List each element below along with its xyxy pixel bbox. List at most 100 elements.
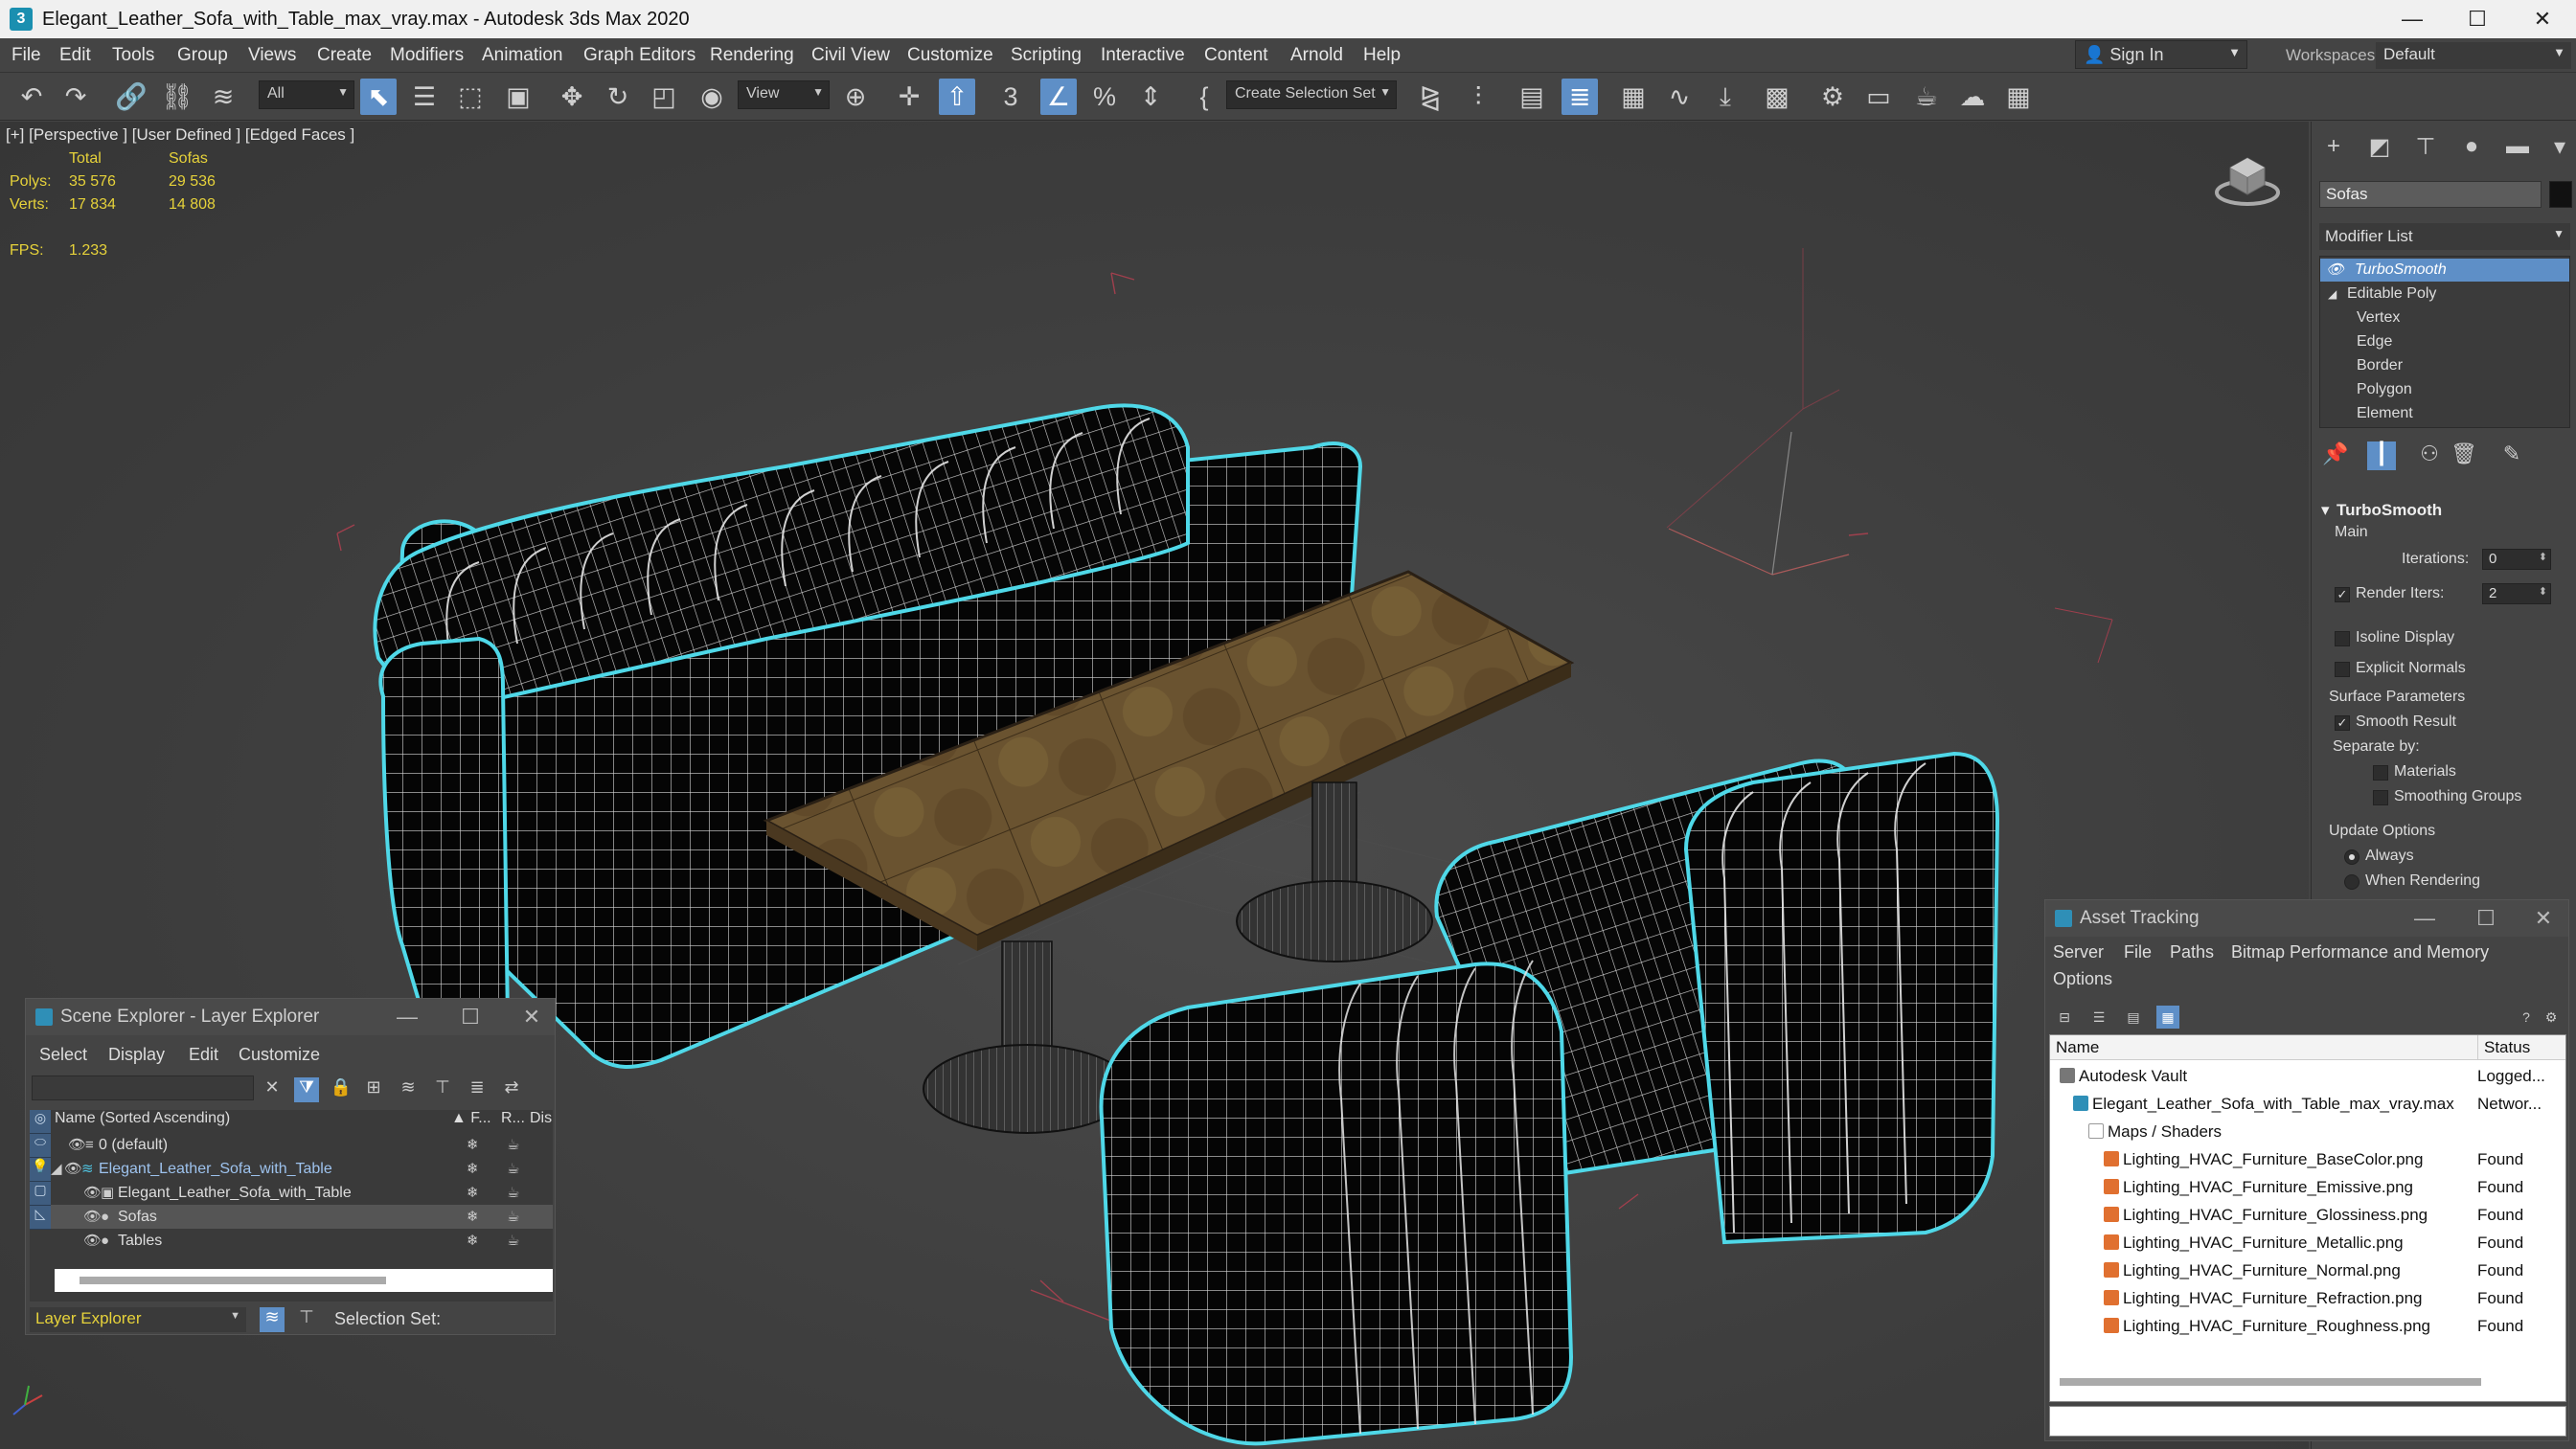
at-menu-paths[interactable]: Paths — [2170, 942, 2214, 962]
column-freeze-header[interactable]: ▲ F... — [451, 1110, 491, 1131]
motion-tab-icon[interactable]: ● — [2457, 133, 2486, 162]
stack-item-border[interactable]: Border — [2320, 354, 2569, 377]
column-name-header[interactable]: Name (Sorted Ascending) — [55, 1110, 230, 1131]
create-tab-icon[interactable]: + — [2319, 133, 2348, 162]
rollout-collapse-icon[interactable]: ▾ — [2321, 501, 2330, 520]
hierarchy-icon[interactable]: ⊤ — [430, 1077, 455, 1102]
spinner-snap-icon[interactable]: ⇕ — [1132, 79, 1169, 115]
redo-icon[interactable]: ↷ — [57, 79, 94, 115]
rotate-icon[interactable]: ↻ — [600, 79, 636, 115]
display-tab-icon[interactable]: ▬ — [2503, 133, 2532, 162]
display-none-icon[interactable]: ◎ — [30, 1110, 51, 1134]
column-display-header[interactable]: Dis — [530, 1110, 552, 1131]
freeze-icon[interactable]: ❄ — [467, 1133, 479, 1157]
lock-icon[interactable]: 🔒 — [329, 1077, 353, 1102]
toggle-ribbon-icon[interactable]: ▦ — [1615, 79, 1652, 115]
pivot-center-icon[interactable]: ⊕ — [837, 79, 874, 115]
explicit-normals-checkbox[interactable] — [2335, 662, 2350, 677]
rendered-frame-window-icon[interactable]: ▭ — [1860, 79, 1897, 115]
show-end-result-icon[interactable]: ┃ — [2367, 441, 2396, 470]
list-view-icon[interactable]: ☰ — [2087, 1006, 2110, 1029]
eye-icon[interactable]: 👁 — [64, 1157, 82, 1181]
sign-in-dropdown[interactable]: 👤 Sign In ▼ — [2075, 40, 2247, 69]
unlink-icon[interactable]: ⛓ — [159, 79, 195, 115]
minimize-button[interactable]: — — [388, 1003, 426, 1031]
freeze-icon[interactable]: ❄ — [467, 1205, 479, 1229]
menu-views[interactable]: Views — [248, 45, 296, 66]
menu-civil-view[interactable]: Civil View — [811, 45, 890, 66]
menu-animation[interactable]: Animation — [482, 45, 563, 66]
always-radio[interactable] — [2344, 849, 2359, 865]
when-rendering-radio[interactable] — [2344, 874, 2359, 890]
asset-row[interactable]: Lighting_HVAC_Furniture_Glossiness.png F… — [2050, 1201, 2565, 1229]
isoline-display-checkbox[interactable] — [2335, 631, 2350, 646]
render-setup-icon[interactable]: ⚙ — [1814, 79, 1851, 115]
render-iters-checkbox[interactable]: ✓ — [2335, 587, 2350, 602]
make-unique-icon[interactable]: ⚇ — [2415, 441, 2444, 470]
column-render-header[interactable]: R... — [501, 1110, 525, 1131]
clear-search-icon[interactable]: ✕ — [260, 1077, 285, 1102]
maximize-button[interactable]: ☐ — [2467, 904, 2505, 933]
turbosmooth-rollout-title[interactable]: TurboSmooth — [2337, 501, 2442, 520]
expand-arrow-icon[interactable]: ◢ — [51, 1157, 62, 1181]
layer-explorer-toggle-icon[interactable]: ≋ — [260, 1307, 285, 1332]
display-lights-icon[interactable]: 💡 — [30, 1158, 51, 1182]
tree-row-tables[interactable]: 👁 ● Tables ❄ ☕ — [51, 1229, 553, 1253]
render-teapot-icon[interactable]: ☕ — [507, 1205, 519, 1229]
close-button[interactable]: ✕ — [2510, 0, 2575, 38]
object-color-swatch[interactable] — [2549, 181, 2572, 208]
asset-row[interactable]: Autodesk Vault Logged... — [2050, 1062, 2565, 1090]
place-icon[interactable]: ◉ — [694, 79, 730, 115]
column-name-header[interactable]: Name — [2050, 1035, 2477, 1060]
asset-tracking-horizontal-scrollbar[interactable] — [2050, 1372, 2558, 1392]
scene-explorer-search-input[interactable] — [32, 1075, 254, 1100]
stack-item-element[interactable]: Element — [2320, 402, 2569, 425]
asset-row[interactable]: Lighting_HVAC_Furniture_BaseColor.png Fo… — [2050, 1145, 2565, 1173]
se-menu-edit[interactable]: Edit — [189, 1045, 218, 1065]
render-in-cloud-icon[interactable]: ☁ — [1954, 79, 1991, 115]
toggle-layer-explorer-icon[interactable]: ≣ — [1562, 79, 1598, 115]
render-teapot-icon[interactable]: ☕ — [507, 1157, 519, 1181]
asset-tracking-titlebar[interactable]: Asset Tracking — ☐ ✕ — [2045, 900, 2568, 937]
configure-modifier-sets-icon[interactable]: ✎ — [2497, 441, 2526, 470]
curve-editor-icon[interactable]: ∿ — [1661, 79, 1698, 115]
viewcube-icon[interactable] — [2213, 150, 2282, 208]
toggle-scene-explorer-icon[interactable]: ▤ — [1514, 79, 1550, 115]
hierarchy-tab-icon[interactable]: ⊤ — [2411, 133, 2440, 162]
utilities-tab-icon[interactable]: ▾ — [2545, 133, 2574, 162]
eye-icon[interactable]: 👁 — [83, 1205, 102, 1229]
asset-row[interactable]: Lighting_HVAC_Furniture_Normal.png Found — [2050, 1257, 2565, 1284]
window-crossing-icon[interactable]: ▣ — [500, 79, 536, 115]
stack-item-editable-poly[interactable]: ◢ Editable Poly — [2320, 283, 2569, 306]
menu-create[interactable]: Create — [317, 45, 372, 66]
menu-content[interactable]: Content — [1204, 45, 1268, 66]
add-to-layer-icon[interactable]: ⊞ — [361, 1077, 386, 1102]
minimize-button[interactable]: — — [2405, 904, 2444, 933]
maximize-button[interactable]: ☐ — [451, 1003, 490, 1031]
undo-icon[interactable]: ↶ — [13, 79, 50, 115]
column-status-header[interactable]: Status — [2477, 1035, 2565, 1060]
maximize-button[interactable]: ☐ — [2445, 0, 2510, 38]
bind-space-warp-icon[interactable]: ≋ — [205, 79, 241, 115]
select-by-name-icon[interactable]: ☰ — [406, 79, 443, 115]
settings-icon[interactable]: ⚙ — [2540, 1006, 2563, 1029]
at-menu-server[interactable]: Server — [2053, 942, 2104, 962]
remove-modifier-icon[interactable]: 🗑 — [2450, 441, 2478, 470]
minimize-button[interactable]: — — [2380, 0, 2445, 38]
details-view-icon[interactable]: ▦ — [2156, 1006, 2179, 1029]
asset-row[interactable]: Elegant_Leather_Sofa_with_Table_max_vray… — [2050, 1090, 2565, 1118]
display-cameras-icon[interactable]: ▢ — [30, 1182, 51, 1206]
tree-row-group[interactable]: 👁 ▣ Elegant_Leather_Sofa_with_Table ❄ ☕ — [51, 1181, 553, 1205]
render-production-icon[interactable]: ☕ — [1908, 79, 1945, 115]
spinner-arrows-icon[interactable]: ⬍ — [2539, 551, 2547, 563]
percent-snap-icon[interactable]: % — [1086, 79, 1123, 115]
eye-icon[interactable]: 👁 — [68, 1133, 86, 1157]
stack-item-turbosmooth[interactable]: 👁 TurboSmooth — [2320, 259, 2569, 282]
asset-row[interactable]: Lighting_HVAC_Furniture_Refraction.png F… — [2050, 1284, 2565, 1312]
smooth-result-checkbox[interactable]: ✓ — [2335, 715, 2350, 731]
collapse-arrow-icon[interactable]: ◢ — [2328, 283, 2337, 306]
render-teapot-icon[interactable]: ☕ — [507, 1181, 519, 1205]
menu-edit[interactable]: Edit — [59, 45, 91, 66]
close-button[interactable]: ✕ — [2524, 904, 2563, 933]
help-icon[interactable]: ? — [2515, 1006, 2538, 1029]
